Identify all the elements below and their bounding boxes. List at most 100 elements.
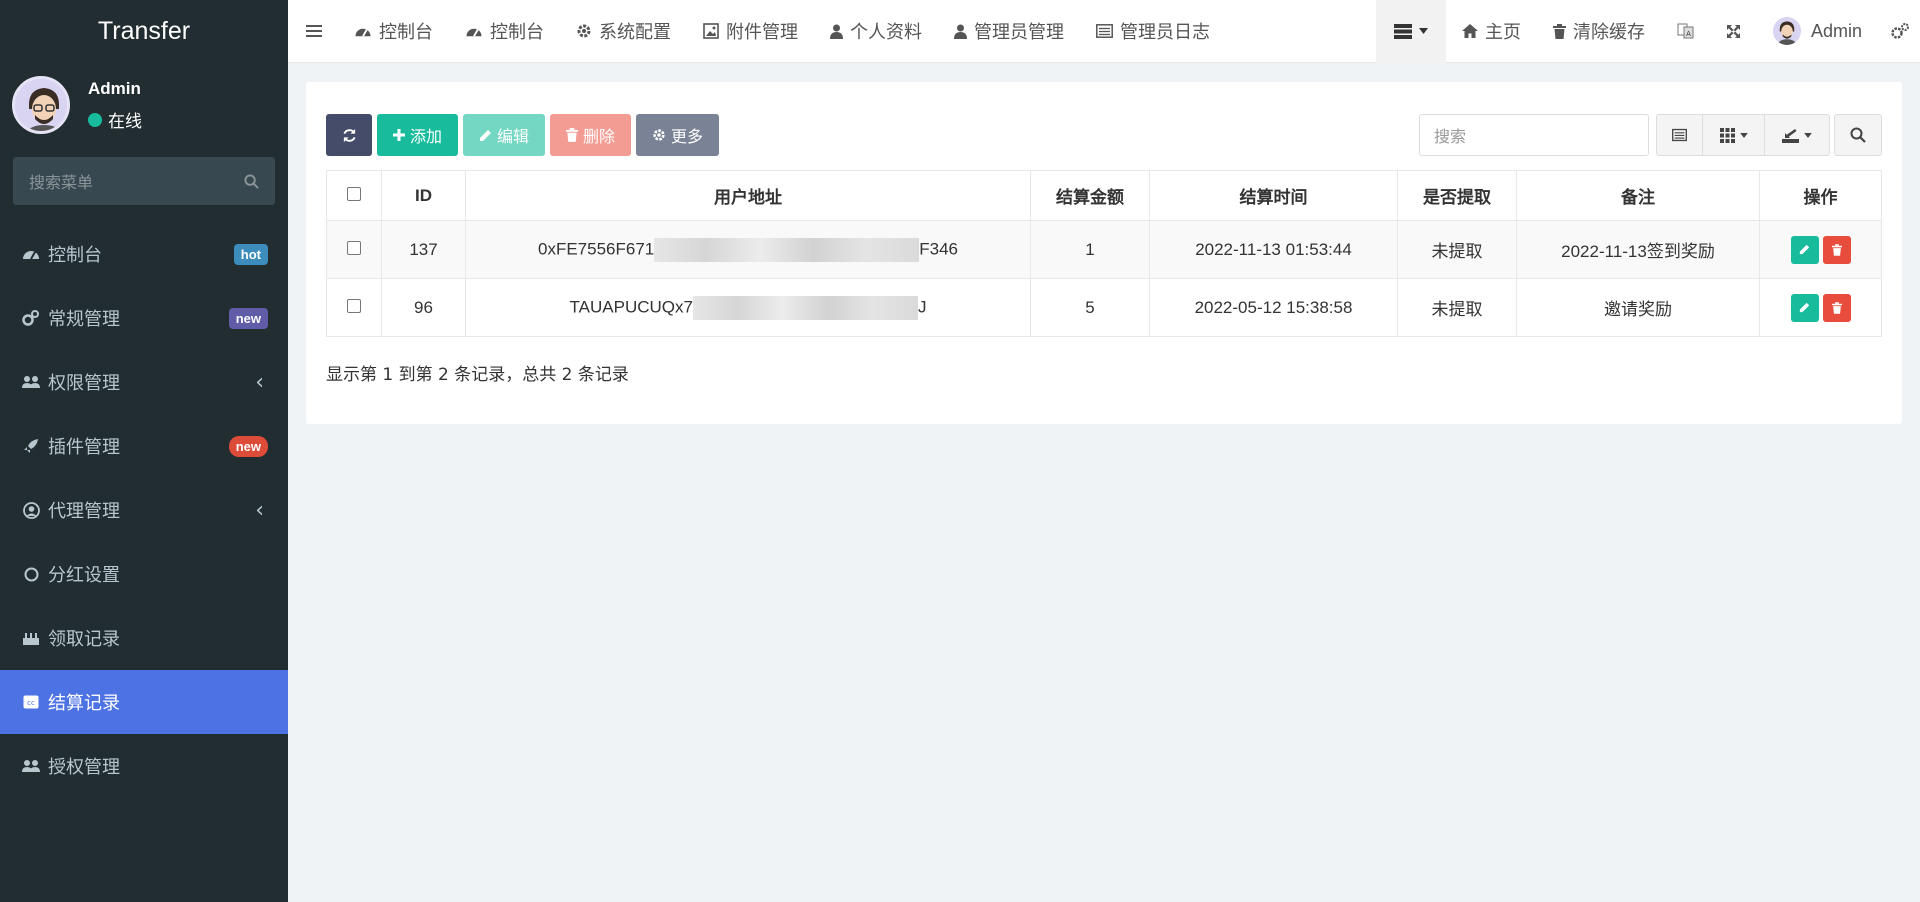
- tab-dashboard-2[interactable]: 控制台: [449, 0, 560, 63]
- clear-cache-button[interactable]: 清除缓存: [1537, 0, 1661, 63]
- redacted-address: [692, 295, 918, 320]
- sidebar-item-general[interactable]: 常规管理 new: [0, 286, 288, 350]
- row-checkbox[interactable]: [347, 298, 361, 313]
- edit-button[interactable]: 编辑: [463, 114, 546, 156]
- cogs-icon: [22, 309, 40, 327]
- users-icon: [22, 757, 40, 775]
- tab-label: 系统配置: [599, 22, 671, 43]
- sidebar-item-label: 分红设置: [48, 565, 120, 586]
- sidebar-item-permissions[interactable]: 权限管理 ‹: [0, 350, 288, 414]
- gear-icon: [653, 129, 665, 141]
- tab-label: 个人资料: [850, 22, 922, 43]
- home-label: 主页: [1484, 22, 1521, 43]
- select-all-checkbox[interactable]: [347, 186, 361, 201]
- toggle-view-button[interactable]: [1657, 115, 1703, 155]
- chevron-left-icon: ‹: [255, 497, 264, 523]
- cell-actions: [1759, 220, 1882, 279]
- user-panel: Admin 在线: [0, 63, 288, 138]
- sidebar-item-dashboard[interactable]: 控制台 hot: [0, 222, 288, 286]
- row-delete-button[interactable]: [1822, 293, 1851, 322]
- chevron-left-icon: ‹: [255, 369, 264, 395]
- search-button[interactable]: [1834, 114, 1882, 156]
- sidebar-item-dividend[interactable]: 分红设置: [0, 542, 288, 606]
- tabs-dropdown-button[interactable]: [1375, 0, 1446, 63]
- sidebar-item-claims[interactable]: 领取记录: [0, 606, 288, 670]
- select-all-cell: [326, 170, 382, 221]
- caret-down-icon: [1418, 28, 1428, 34]
- export-button[interactable]: [1765, 115, 1829, 155]
- header-actions: 操作: [1759, 170, 1882, 221]
- sidebar-search-input[interactable]: 搜索菜单: [13, 157, 275, 205]
- more-button[interactable]: 更多: [636, 114, 720, 156]
- plus-icon: [393, 129, 405, 141]
- tab-profile[interactable]: 个人资料: [814, 0, 938, 63]
- header-time[interactable]: 结算时间: [1149, 170, 1398, 221]
- row-edit-button[interactable]: [1790, 235, 1819, 264]
- svg-text:cc: cc: [27, 699, 35, 707]
- trash-icon: [1831, 301, 1842, 314]
- clear-cache-label: 清除缓存: [1572, 22, 1645, 43]
- language-button[interactable]: A: [1661, 0, 1710, 63]
- dashboard-icon: [355, 28, 371, 37]
- tab-system-config[interactable]: 系统配置: [560, 0, 687, 63]
- trash-icon: [1831, 243, 1842, 256]
- home-link[interactable]: 主页: [1446, 0, 1537, 63]
- tab-label: 控制台: [490, 22, 544, 43]
- cell-time: 2022-05-12 15:38:58: [1149, 278, 1398, 337]
- control-sidebar-button[interactable]: [1878, 0, 1920, 63]
- sidebar-item-plugins[interactable]: 插件管理 new: [0, 414, 288, 478]
- tab-attachments[interactable]: 附件管理: [687, 0, 814, 63]
- header-id[interactable]: ID: [381, 170, 466, 221]
- header-extracted[interactable]: 是否提取: [1397, 170, 1517, 221]
- tab-admin-management[interactable]: 管理员管理: [938, 0, 1080, 63]
- tasks-icon: [1393, 23, 1412, 39]
- users-icon: [22, 373, 40, 391]
- columns-button[interactable]: [1703, 115, 1765, 155]
- delete-button[interactable]: 删除: [550, 114, 632, 156]
- row-delete-button[interactable]: [1822, 235, 1851, 264]
- home-icon: [1461, 24, 1478, 38]
- pencil-icon: [1799, 302, 1810, 313]
- sidebar-item-label: 控制台: [48, 245, 102, 266]
- row-checkbox[interactable]: [347, 240, 361, 255]
- search-placeholder: 搜索菜单: [29, 173, 94, 192]
- circle-icon: [22, 565, 40, 583]
- cell-remark: 邀请奖励: [1516, 278, 1760, 337]
- cogs-icon: [1891, 23, 1909, 39]
- fullscreen-button[interactable]: [1710, 0, 1757, 63]
- table-header-row: ID 用户地址 结算金额 结算时间 是否提取 备注 操作: [326, 170, 1882, 221]
- tab-admin-log[interactable]: 管理员日志: [1080, 0, 1226, 63]
- image-icon: [703, 23, 719, 39]
- hot-badge: hot: [233, 243, 268, 265]
- list-alt-icon: [1096, 24, 1113, 38]
- sidebar-item-label: 权限管理: [48, 373, 120, 394]
- gear-icon: [577, 24, 591, 38]
- header-remark[interactable]: 备注: [1516, 170, 1760, 221]
- th-icon: [1719, 127, 1735, 143]
- add-button[interactable]: 添加: [377, 114, 459, 156]
- sidebar-item-settlements[interactable]: cc 结算记录: [0, 670, 288, 734]
- table-search-input[interactable]: 搜索: [1419, 114, 1649, 156]
- header-address[interactable]: 用户地址: [465, 170, 1031, 221]
- pencil-icon: [1799, 244, 1810, 255]
- sidebar-item-authorization[interactable]: 授权管理: [0, 734, 288, 798]
- cell-amount: 1: [1030, 220, 1150, 279]
- sidebar-item-agents[interactable]: 代理管理 ‹: [0, 478, 288, 542]
- user-menu[interactable]: Admin: [1757, 0, 1878, 63]
- birthday-cake-icon: [22, 629, 40, 647]
- sidebar: Transfer Admin 在线 搜索菜单 控制台 hot 常规管理 new …: [0, 0, 288, 902]
- sidebar-toggle-button[interactable]: [288, 0, 338, 63]
- caret-down-icon: [1739, 132, 1748, 138]
- brand-logo[interactable]: Transfer: [0, 0, 288, 63]
- cell-id: 96: [381, 278, 466, 337]
- tab-label: 管理员管理: [974, 22, 1064, 43]
- sidebar-item-label: 常规管理: [48, 309, 120, 330]
- table-row: 96 TAUAPUCUQx7 J 5 2022-05-12 15:38:58 未提…: [326, 278, 1882, 337]
- tab-dashboard[interactable]: 控制台: [338, 0, 449, 63]
- refresh-button[interactable]: [326, 114, 372, 156]
- pagination-info: 显示第 1 到第 2 条记录，总共 2 条记录: [326, 365, 629, 385]
- table-row: 137 0xFE7556F671 F346 1 2022-11-13 01:53:…: [326, 220, 1882, 279]
- header-amount[interactable]: 结算金额: [1030, 170, 1150, 221]
- sidebar-item-label: 领取记录: [48, 629, 120, 650]
- row-edit-button[interactable]: [1790, 293, 1819, 322]
